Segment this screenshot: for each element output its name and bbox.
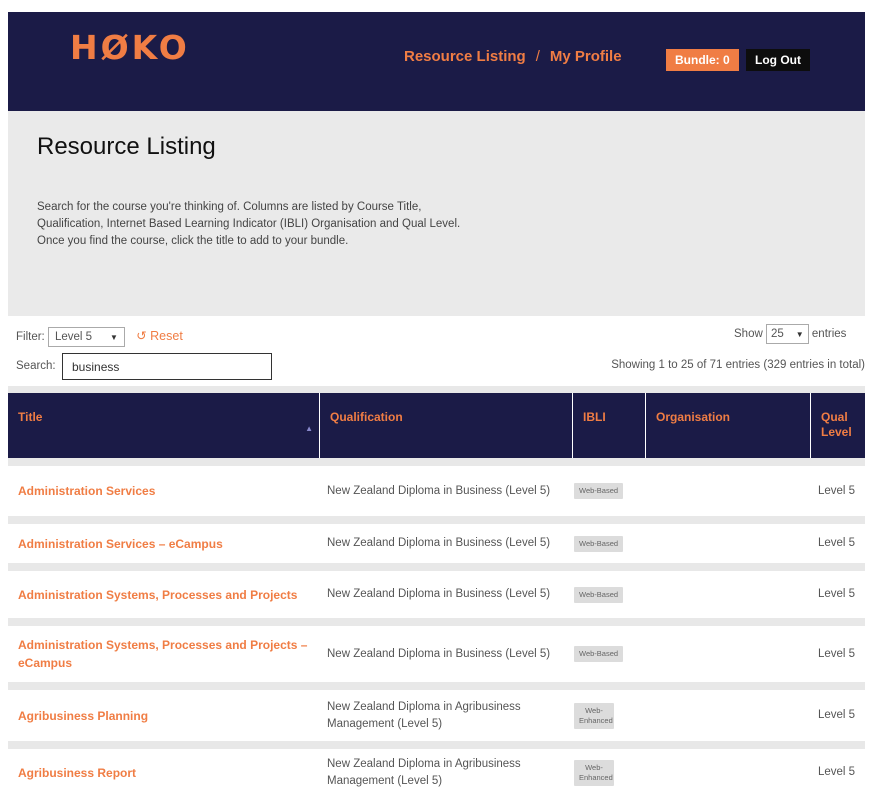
- column-header-organisation[interactable]: Organisation: [646, 393, 811, 458]
- logo[interactable]: HØKO: [70, 31, 190, 64]
- row-separator: [8, 741, 865, 749]
- ibli-badge: Web-Based: [574, 586, 624, 603]
- table-header: Title ▲ Qualification IBLI Organisation …: [8, 393, 865, 458]
- reset-label: Reset: [150, 329, 183, 344]
- filter-value: Level 5: [54, 331, 93, 343]
- qual-level-cell: Level 5: [818, 766, 856, 778]
- ibli-badge: Web-Based: [574, 483, 624, 499]
- course-title-link[interactable]: Agribusiness Report: [18, 764, 136, 782]
- course-title-link[interactable]: Administration Services – eCampus: [18, 535, 223, 553]
- page-description: Search for the course you're thinking of…: [37, 201, 461, 247]
- column-header-qualification[interactable]: Qualification: [320, 393, 573, 458]
- nav-my-profile[interactable]: My Profile: [550, 48, 622, 65]
- course-title-link[interactable]: Agribusiness Planning: [18, 707, 148, 725]
- page-length-value: 25: [770, 328, 784, 340]
- row-separator: [8, 618, 865, 626]
- qual-level-cell: Level 5: [818, 537, 856, 549]
- qual-level-cell: Level 5: [818, 484, 856, 497]
- course-title-link[interactable]: Administration Systems, Processes and Pr…: [18, 586, 297, 604]
- intro-panel: Resource Listing Search for the course y…: [8, 111, 865, 316]
- page-length-select[interactable]: 25 ▼: [765, 324, 809, 344]
- table-top-band: [8, 386, 865, 393]
- column-header-qual-level[interactable]: Qual Level: [811, 393, 865, 458]
- table-row[interactable]: Agribusiness Report New Zealand Diploma …: [8, 749, 865, 796]
- qualification-cell: New Zealand Diploma in Business (Level 5…: [327, 647, 551, 660]
- ibli-badge: Web-Enhanced: [574, 759, 614, 786]
- entries-label: entries: [811, 328, 847, 341]
- reset-button[interactable]: ↺ Reset: [136, 329, 183, 343]
- filter-control: Filter: Level 5 ▼ ↺ Reset: [16, 327, 183, 347]
- table-row[interactable]: Administration Systems, Processes and Pr…: [8, 571, 865, 618]
- ibli-badge: Web-Based: [574, 646, 624, 662]
- qualification-cell: New Zealand Diploma in Business (Level 5…: [327, 484, 551, 497]
- site-header: HØKO Resource Listing / My Profile Bundle:…: [8, 12, 865, 111]
- column-header-title[interactable]: Title ▲: [8, 393, 320, 458]
- qual-level-cell: Level 5: [818, 709, 856, 721]
- row-separator: [8, 516, 865, 524]
- table-row[interactable]: Administration Services – eCampus New Ze…: [8, 524, 865, 563]
- logout-button[interactable]: Log Out: [746, 49, 810, 71]
- qualification-cell: New Zealand Diploma in Business (Level 5…: [327, 588, 551, 600]
- qualification-cell: New Zealand Diploma in Agribusiness Mana…: [327, 700, 521, 730]
- column-header-ibli[interactable]: IBLI: [573, 393, 646, 458]
- qual-level-cell: Level 5: [818, 647, 856, 660]
- table-row[interactable]: Administration Systems, Processes and Pr…: [8, 626, 865, 682]
- reset-icon: ↺: [136, 329, 147, 344]
- search-input[interactable]: [62, 353, 272, 380]
- ibli-badge: Web-Enhanced: [574, 702, 614, 729]
- course-title-link[interactable]: Administration Services: [18, 482, 155, 500]
- row-separator: [8, 682, 865, 690]
- sort-asc-icon: ▲: [305, 424, 313, 433]
- nav-separator: /: [535, 48, 540, 65]
- qual-level-cell: Level 5: [818, 588, 856, 600]
- table-row[interactable]: Agribusiness Planning New Zealand Diplom…: [8, 690, 865, 741]
- row-separator: [8, 563, 865, 571]
- page-length-control: Show 25 ▼ entries: [734, 324, 846, 344]
- search-label: Search:: [16, 360, 56, 372]
- main-nav: Resource Listing / My Profile: [404, 47, 622, 67]
- chevron-down-icon: ▼: [795, 330, 804, 339]
- table-row[interactable]: Administration Services New Zealand Dipl…: [8, 466, 865, 516]
- row-separator: [8, 458, 865, 466]
- table-info: Showing 1 to 25 of 71 entries (329 entri…: [611, 359, 865, 371]
- filter-label: Filter:: [16, 331, 45, 344]
- filter-select[interactable]: Level 5 ▼: [47, 327, 125, 347]
- page-title: Resource Listing: [37, 133, 216, 160]
- ibli-badge: Web-Based: [574, 535, 624, 552]
- course-title-link[interactable]: Administration Systems, Processes and Pr…: [18, 636, 310, 672]
- chevron-down-icon: ▼: [110, 333, 118, 342]
- qualification-cell: New Zealand Diploma in Agribusiness Mana…: [327, 757, 521, 787]
- nav-resource-listing[interactable]: Resource Listing: [404, 48, 526, 65]
- show-label: Show: [734, 328, 763, 341]
- bundle-button[interactable]: Bundle: 0: [666, 49, 739, 71]
- qualification-cell: New Zealand Diploma in Business (Level 5…: [327, 537, 551, 549]
